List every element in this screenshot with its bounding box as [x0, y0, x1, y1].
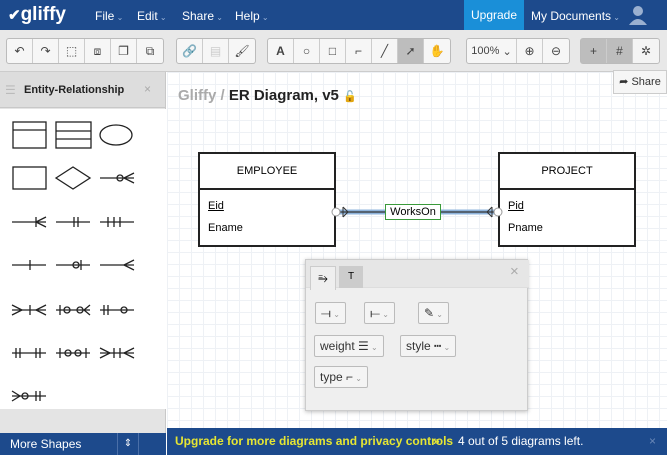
library-header: ☰ Entity-Relationship × — [0, 72, 165, 108]
type-select[interactable]: type ⌐ — [314, 366, 368, 388]
text-tool-icon[interactable]: A — [268, 39, 294, 63]
connector-tool-icon[interactable]: ⌐ — [346, 39, 372, 63]
ellipse-tool-icon[interactable]: ○ — [294, 39, 320, 63]
send-back-icon[interactable]: ⧉ — [137, 39, 163, 63]
share-button[interactable]: ➦ Share — [613, 70, 667, 94]
entity-attribute: Ename — [208, 222, 243, 234]
connector-endpoint-handle[interactable] — [493, 207, 503, 217]
zoom-in-icon[interactable]: ⊕ — [517, 39, 543, 63]
top-bar: ✔gliffy File Edit Share Help Upgrade My … — [0, 0, 667, 30]
attribute-shape[interactable] — [99, 124, 133, 146]
line-color-select[interactable]: ✎ — [418, 302, 449, 324]
pointer-tool-icon[interactable]: ➚ — [398, 39, 424, 63]
toolbar: ↶ ↷ ⬚ ⧈ ❐ ⧉ 🔗 ▤ 🖌 A ○ □ ⌐ ╱ ➚ ✋ 100% ⌄ ⊕… — [0, 30, 667, 72]
entity-key-attribute: Eid — [208, 200, 224, 212]
line-many-many[interactable] — [11, 304, 47, 316]
gliffy-logo[interactable]: ✔gliffy — [8, 4, 66, 26]
line-multi-a[interactable] — [12, 348, 46, 358]
entity-shape[interactable] — [12, 121, 47, 149]
more-shapes-button[interactable]: More Shapes ⇕ — [0, 433, 166, 455]
close-banner-icon[interactable]: × — [649, 428, 656, 454]
line-zero-one[interactable] — [56, 260, 90, 270]
entity-key-attribute: Pid — [508, 200, 524, 212]
upgrade-link[interactable]: Upgrade for more diagrams and privacy co… — [175, 428, 453, 454]
pan-tool-icon[interactable]: ✋ — [424, 39, 450, 63]
entity-attribute: Pname — [508, 222, 543, 234]
chevrons-icon: » — [433, 434, 440, 448]
line-triple[interactable] — [100, 217, 134, 227]
line-one[interactable] — [12, 260, 46, 270]
bring-front-icon[interactable]: ❐ — [111, 39, 137, 63]
style-select[interactable]: style ┅ — [400, 335, 457, 357]
share-label: Share — [631, 76, 661, 88]
note-icon[interactable]: ▤ — [203, 39, 229, 63]
line-properties-panel: ⥱ T × ⟞ ⟝ ✎ weight ☰ style ┅ type ⌐ — [305, 259, 529, 411]
zoom-value: 100% — [471, 45, 500, 57]
format-painter-icon[interactable]: 🖌 — [229, 39, 255, 63]
shape-library-sidebar: ☰ Entity-Relationship × More Shapes ⇕ — [0, 72, 166, 455]
undo-icon[interactable]: ↶ — [7, 39, 33, 63]
entity-name: PROJECT — [500, 154, 634, 190]
menu-edit[interactable]: Edit — [137, 9, 167, 23]
zoom-select[interactable]: 100% ⌄ — [467, 39, 517, 63]
lock-icon[interactable]: 🔓 — [343, 91, 357, 103]
line-zero-many[interactable] — [100, 172, 135, 184]
line-one-zero-many[interactable] — [56, 304, 91, 316]
line-multi-d[interactable] — [11, 390, 46, 402]
more-shapes-label: More Shapes — [10, 437, 82, 451]
end-arrow-select[interactable]: ⟝ — [364, 302, 395, 324]
entity-employee[interactable]: EMPLOYEE Eid Ename — [198, 152, 336, 247]
drag-handle-icon[interactable]: ☰ — [5, 83, 16, 97]
tab-line[interactable]: ⥱ — [310, 266, 336, 290]
shape-palette — [0, 109, 166, 409]
type-label: type — [320, 370, 343, 384]
menu-file[interactable]: File — [95, 9, 123, 23]
entity-attributes-shape[interactable] — [55, 121, 92, 149]
start-arrow-select[interactable]: ⟞ — [315, 302, 346, 324]
rectangle-tool-icon[interactable]: □ — [320, 39, 346, 63]
user-avatar-icon[interactable] — [628, 5, 648, 25]
line-one-one-zero[interactable] — [100, 305, 134, 315]
weak-entity-shape[interactable] — [12, 166, 47, 190]
line-one-one[interactable] — [56, 217, 90, 227]
weight-label: weight — [320, 339, 355, 353]
line-one-many[interactable] — [12, 216, 47, 228]
breadcrumb: Gliffy / ER Diagram, v5 🔓 — [178, 87, 357, 104]
library-title: Entity-Relationship — [24, 84, 125, 96]
document-title[interactable]: ER Diagram, v5 — [229, 87, 339, 104]
relationship-label[interactable]: WorksOn — [385, 204, 441, 220]
weight-select[interactable]: weight ☰ — [314, 335, 384, 357]
my-documents-menu[interactable]: My Documents — [531, 9, 620, 23]
redo-icon[interactable]: ↷ — [33, 39, 59, 63]
style-label: style — [406, 339, 431, 353]
tab-text[interactable]: T — [339, 266, 363, 288]
connector-endpoint-handle[interactable] — [331, 207, 341, 217]
entity-name: EMPLOYEE — [200, 154, 334, 190]
breadcrumb-root[interactable]: Gliffy / — [178, 87, 225, 104]
grid-icon[interactable]: # — [607, 39, 633, 63]
snap-icon[interactable]: ✲ — [633, 39, 659, 63]
line-tool-icon[interactable]: ╱ — [372, 39, 398, 63]
close-library-icon[interactable]: × — [144, 82, 151, 96]
select-all-icon[interactable]: ⬚ — [59, 39, 85, 63]
line-multi-c[interactable] — [99, 347, 135, 359]
relationship-shape[interactable] — [54, 166, 92, 190]
menu-share[interactable]: Share — [182, 9, 223, 23]
link-icon[interactable]: 🔗 — [177, 39, 203, 63]
zoom-out-icon[interactable]: ⊖ — [543, 39, 569, 63]
line-multi-b[interactable] — [56, 348, 90, 358]
group-icon[interactable]: ⧈ — [85, 39, 111, 63]
upgrade-banner: Upgrade for more diagrams and privacy co… — [167, 428, 667, 455]
diagram-quota: 4 out of 5 diagrams left. — [458, 434, 584, 448]
resize-handle-icon[interactable]: ⇕ — [117, 433, 139, 455]
guides-icon[interactable]: + — [581, 39, 607, 63]
entity-project[interactable]: PROJECT Pid Pname — [498, 152, 636, 247]
upgrade-button[interactable]: Upgrade — [464, 0, 524, 30]
line-many[interactable] — [100, 259, 135, 271]
menu-help[interactable]: Help — [235, 9, 269, 23]
close-panel-icon[interactable]: × — [510, 263, 519, 280]
